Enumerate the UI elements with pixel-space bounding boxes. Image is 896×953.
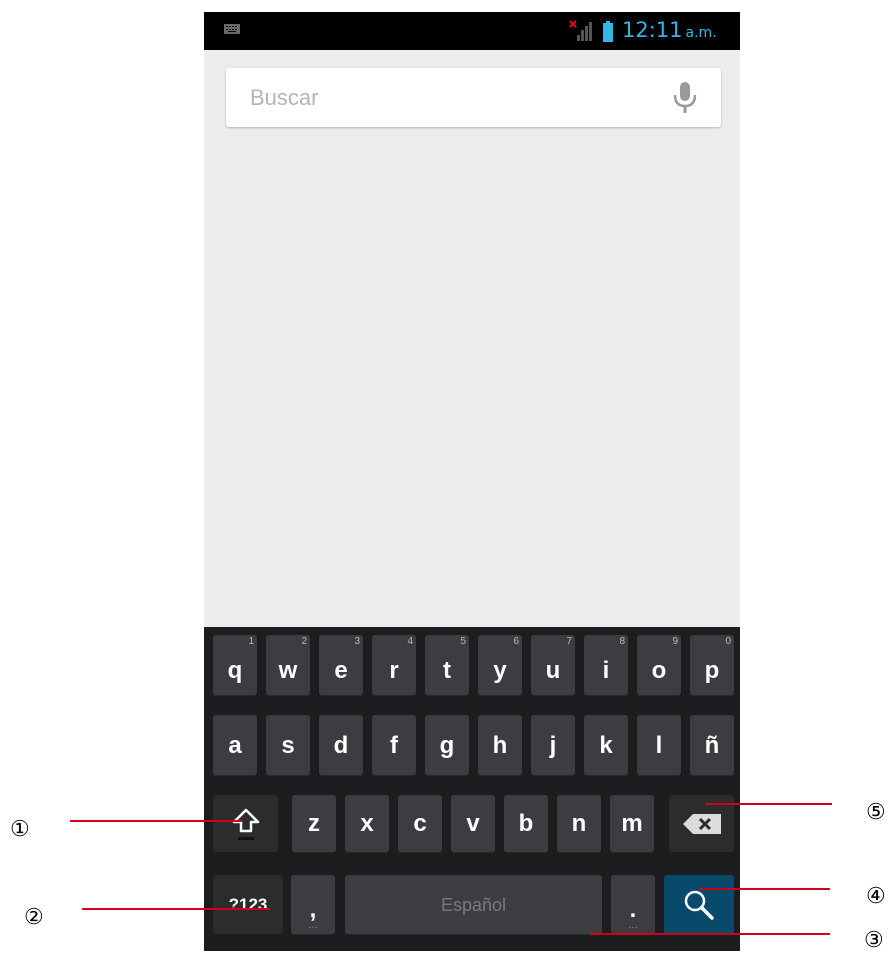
key-l[interactable]: l [637, 715, 681, 776]
key-m[interactable]: m [610, 795, 654, 853]
callout-4: ④ [866, 884, 886, 909]
symbols-key-label: ?123 [228, 895, 268, 914]
callout-line-4 [700, 888, 830, 890]
callout-line-3 [590, 933, 830, 935]
key-label: k [599, 731, 613, 759]
search-bar[interactable] [226, 68, 721, 127]
key-g[interactable]: g [425, 715, 469, 776]
soft-keyboard: q1w2e3r4t5y6u7i8o9p0 asdfghjklñ zxcvbnm … [204, 627, 740, 951]
key-number-hint: 4 [407, 636, 413, 647]
key-number-hint: 1 [248, 636, 254, 647]
key-t[interactable]: t5 [425, 635, 469, 696]
status-bar: 12:11 a.m. [204, 12, 740, 50]
shift-icon [232, 808, 259, 840]
key-label: r [389, 656, 399, 684]
callout-line-2 [82, 908, 270, 910]
signal-no-service-icon [569, 20, 592, 41]
key-w[interactable]: w2 [266, 635, 310, 696]
key-v[interactable]: v [451, 795, 495, 853]
key-number-hint: 8 [619, 636, 625, 647]
key-q[interactable]: q1 [213, 635, 257, 696]
key-label: z [308, 810, 320, 837]
key-label: j [549, 731, 557, 759]
key-j[interactable]: j [531, 715, 575, 776]
key-z[interactable]: z [292, 795, 336, 853]
key-label: w [278, 656, 298, 684]
key-d[interactable]: d [319, 715, 363, 776]
key-label: f [390, 731, 398, 759]
key-k[interactable]: k [584, 715, 628, 776]
key-label: b [518, 810, 534, 837]
key-label: d [333, 731, 349, 759]
key-label: e [334, 656, 348, 684]
callout-line-1 [70, 820, 242, 822]
key-label: g [439, 731, 455, 759]
space-key-label: Español [440, 894, 507, 915]
key-label: i [602, 656, 610, 684]
comma-key-more-indicator: … [308, 920, 318, 931]
key-label: u [545, 656, 561, 684]
key-b[interactable]: b [504, 795, 548, 853]
key-s[interactable]: s [266, 715, 310, 776]
key-number-hint: 9 [672, 636, 678, 647]
key-number-hint: 5 [460, 636, 466, 647]
callout-3: ③ [864, 928, 884, 953]
key-number-hint: 2 [301, 636, 307, 647]
status-ampm: a.m. [685, 25, 717, 41]
callout-5: ⑤ [866, 800, 886, 825]
key-e[interactable]: e3 [319, 635, 363, 696]
backspace-icon [682, 814, 721, 834]
symbols-key[interactable]: ?123 [213, 875, 283, 935]
key-y[interactable]: y6 [478, 635, 522, 696]
key-c[interactable]: c [398, 795, 442, 853]
callout-2: ② [24, 905, 44, 930]
key-label: a [228, 731, 242, 759]
key-number-hint: 0 [725, 636, 731, 647]
key-number-hint: 6 [513, 636, 519, 647]
key-i[interactable]: i8 [584, 635, 628, 696]
key-u[interactable]: u7 [531, 635, 575, 696]
key-label: v [466, 810, 480, 837]
period-key-more-indicator: … [628, 920, 638, 931]
key-h[interactable]: h [478, 715, 522, 776]
callout-1: ① [10, 817, 30, 842]
period-key[interactable]: . … [611, 875, 655, 935]
status-clock: 12:11 a.m. [622, 18, 717, 42]
key-label: ñ [704, 731, 720, 759]
key-label: t [443, 656, 451, 684]
key-number-hint: 3 [354, 636, 360, 647]
callout-line-5 [706, 803, 832, 805]
key-label: l [655, 731, 663, 759]
key-ñ[interactable]: ñ [690, 715, 734, 776]
key-label: h [492, 731, 508, 759]
key-r[interactable]: r4 [372, 635, 416, 696]
key-n[interactable]: n [557, 795, 601, 853]
keyboard-icon [224, 24, 240, 34]
search-key[interactable] [664, 875, 734, 935]
key-label: p [704, 656, 720, 684]
key-a[interactable]: a [213, 715, 257, 776]
key-number-hint: 7 [566, 636, 572, 647]
key-label: q [227, 656, 243, 684]
microphone-icon[interactable] [672, 82, 698, 114]
status-time: 12:11 [622, 18, 683, 42]
key-label: n [571, 810, 587, 837]
key-label: m [621, 810, 643, 837]
key-p[interactable]: p0 [690, 635, 734, 696]
key-label: o [651, 656, 667, 684]
key-f[interactable]: f [372, 715, 416, 776]
key-label: c [413, 810, 427, 837]
shift-key[interactable] [213, 795, 278, 853]
key-label: x [360, 810, 374, 837]
key-label: s [281, 731, 295, 759]
key-x[interactable]: x [345, 795, 389, 853]
key-label: y [493, 656, 507, 684]
comma-key[interactable]: , … [291, 875, 335, 935]
key-o[interactable]: o9 [637, 635, 681, 696]
battery-icon [603, 21, 613, 42]
search-icon [684, 890, 714, 920]
search-input[interactable] [248, 82, 652, 114]
phone-screen: 12:11a.m. q1w2e3r4t5y6u7i8o9p0 asdfghjkl… [204, 12, 740, 951]
space-key[interactable]: Español [345, 875, 602, 935]
